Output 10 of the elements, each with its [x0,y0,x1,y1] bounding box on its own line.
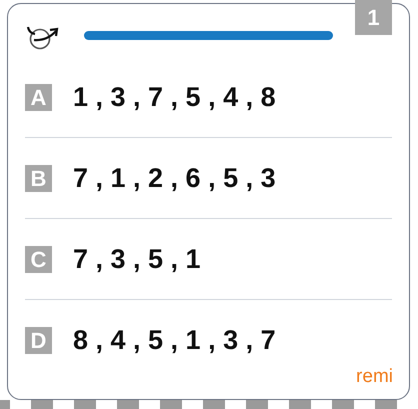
question-number: 1 [355,0,392,35]
brand-logo: remi [356,367,393,386]
answer-option[interactable]: 7 , 1 , 2 , 6 , 5 , 3 [73,158,276,198]
option-letter: D [25,327,52,354]
answer-option[interactable]: 8 , 4 , 5 , 1 , 3 , 7 [73,320,276,361]
answer-option[interactable]: 1 , 3 , 7 , 5 , 4 , 8 [73,76,276,118]
option-letter: A [25,84,52,110]
option-letter: C [25,246,52,272]
answer-option[interactable]: 7 , 3 , 5 , 1 [73,238,201,280]
option-letter: B [25,164,52,192]
